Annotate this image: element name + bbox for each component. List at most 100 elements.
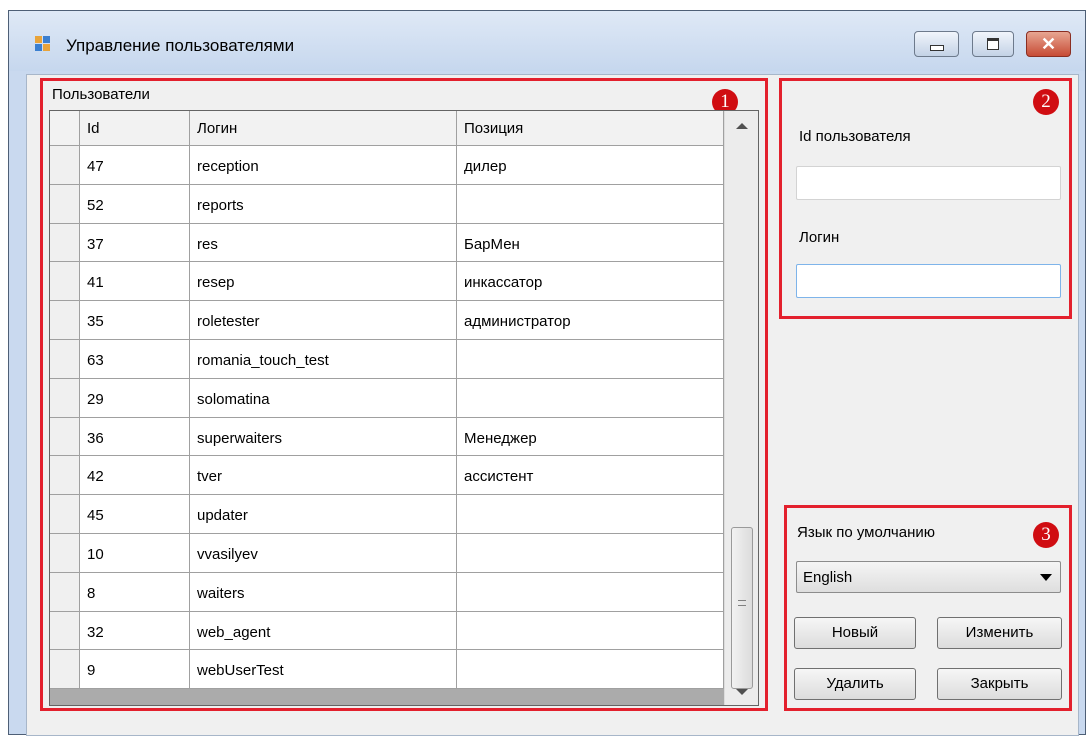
title-bar[interactable]: Управление пользователями ✕ [9, 11, 1085, 71]
table-row[interactable]: 63 romania_touch_test [50, 340, 724, 379]
table-row[interactable]: 45 updater [50, 495, 724, 534]
cell-login[interactable]: resep [190, 262, 457, 302]
cell-position[interactable] [457, 184, 724, 224]
table-row[interactable]: 8 waiters [50, 572, 724, 612]
cell-position[interactable] [457, 572, 724, 612]
cell-login[interactable]: solomatina [190, 378, 457, 418]
table-row[interactable]: 37 res БарМен [50, 223, 724, 263]
cell-id[interactable]: 8 [80, 572, 190, 612]
delete-button[interactable]: Удалить [794, 668, 916, 700]
row-header[interactable] [50, 650, 80, 690]
cell-id[interactable]: 42 [80, 456, 190, 496]
cell-login[interactable]: webUserTest [190, 650, 457, 690]
row-header[interactable] [50, 378, 80, 418]
cell-login[interactable]: superwaiters [190, 417, 457, 457]
cell-position[interactable]: инкассатор [457, 262, 724, 302]
cell-id[interactable]: 47 [80, 146, 190, 185]
cell-login[interactable]: romania_touch_test [190, 340, 457, 379]
language-select-value: English [803, 569, 853, 586]
grid-corner [50, 111, 80, 146]
cell-login[interactable]: res [190, 223, 457, 263]
cell-position[interactable]: БарМен [457, 223, 724, 263]
login-field[interactable] [796, 264, 1061, 298]
cell-login[interactable]: web_agent [190, 611, 457, 651]
cell-id[interactable]: 52 [80, 184, 190, 224]
grid-vertical-scrollbar[interactable] [724, 111, 758, 705]
cell-id[interactable]: 36 [80, 417, 190, 457]
table-row[interactable]: 52 reports [50, 184, 724, 224]
row-header[interactable] [50, 611, 80, 651]
cell-position[interactable] [457, 611, 724, 651]
cell-position[interactable] [457, 340, 724, 379]
row-header[interactable] [50, 417, 80, 457]
language-select[interactable]: English [796, 561, 1061, 593]
table-row[interactable]: 42 tver ассистент [50, 456, 724, 496]
cell-id[interactable]: 10 [80, 534, 190, 573]
row-header[interactable] [50, 223, 80, 263]
cell-position[interactable]: Менеджер [457, 417, 724, 457]
new-button[interactable]: Новый [794, 617, 916, 649]
cell-position[interactable] [457, 495, 724, 534]
cell-login[interactable]: reports [190, 184, 457, 224]
badge-3: 3 [1033, 522, 1059, 548]
app-icon [35, 36, 51, 52]
table-row[interactable]: 47 reception дилер [50, 146, 724, 185]
table-row[interactable]: 29 solomatina [50, 378, 724, 418]
cell-id[interactable]: 45 [80, 495, 190, 534]
cell-id[interactable]: 63 [80, 340, 190, 379]
maximize-icon [987, 38, 999, 50]
cell-id[interactable]: 9 [80, 650, 190, 690]
column-header-login[interactable]: Логин [190, 111, 457, 146]
badge-2: 2 [1033, 89, 1059, 115]
chevron-down-icon [1040, 574, 1052, 581]
cell-login[interactable]: waiters [190, 572, 457, 612]
row-header[interactable] [50, 456, 80, 496]
row-header[interactable] [50, 572, 80, 612]
cell-id[interactable]: 32 [80, 611, 190, 651]
row-header[interactable] [50, 534, 80, 573]
cell-login[interactable]: tver [190, 456, 457, 496]
edit-button[interactable]: Изменить [937, 617, 1062, 649]
cell-position[interactable] [457, 650, 724, 690]
table-row[interactable]: 36 superwaiters Менеджер [50, 417, 724, 457]
column-header-id[interactable]: Id [80, 111, 190, 146]
table-row[interactable]: 9 webUserTest [50, 650, 724, 690]
cell-id[interactable]: 37 [80, 223, 190, 263]
close-icon: ✕ [1040, 33, 1057, 54]
cell-login[interactable]: roletester [190, 301, 457, 340]
cell-id[interactable]: 29 [80, 378, 190, 418]
row-header[interactable] [50, 262, 80, 302]
scroll-up-arrow-icon[interactable] [736, 123, 748, 129]
cell-id[interactable]: 35 [80, 301, 190, 340]
minimize-icon [929, 45, 944, 51]
cell-position[interactable]: администратор [457, 301, 724, 340]
minimize-button[interactable] [914, 31, 959, 57]
column-header-position[interactable]: Позиция [457, 111, 724, 146]
row-header[interactable] [50, 301, 80, 340]
cell-position[interactable] [457, 378, 724, 418]
default-language-label: Язык по умолчанию [797, 524, 936, 541]
cell-login[interactable]: updater [190, 495, 457, 534]
close-window-button[interactable]: ✕ [1026, 31, 1071, 57]
user-id-field[interactable] [796, 166, 1061, 200]
scroll-down-arrow-icon[interactable] [736, 689, 748, 695]
close-button[interactable]: Закрыть [937, 668, 1062, 700]
cell-id[interactable]: 41 [80, 262, 190, 302]
table-row[interactable]: 10 vvasilyev [50, 534, 724, 573]
cell-position[interactable]: дилер [457, 146, 724, 185]
scrollbar-thumb[interactable] [731, 527, 753, 689]
users-grid[interactable]: Id Логин Позиция 47 reception дилер 52 repor… [49, 110, 759, 706]
row-header[interactable] [50, 184, 80, 224]
row-header[interactable] [50, 146, 80, 185]
table-row[interactable]: 35 roletester администратор [50, 301, 724, 340]
maximize-button[interactable] [972, 31, 1014, 57]
table-row[interactable]: 41 resep инкассатор [50, 262, 724, 302]
row-header[interactable] [50, 495, 80, 534]
cell-position[interactable] [457, 534, 724, 573]
table-row[interactable]: 32 web_agent [50, 611, 724, 651]
cell-position[interactable]: ассистент [457, 456, 724, 496]
row-header[interactable] [50, 340, 80, 379]
cell-login[interactable]: vvasilyev [190, 534, 457, 573]
cell-login[interactable]: reception [190, 146, 457, 185]
login-label: Логин [799, 229, 840, 246]
